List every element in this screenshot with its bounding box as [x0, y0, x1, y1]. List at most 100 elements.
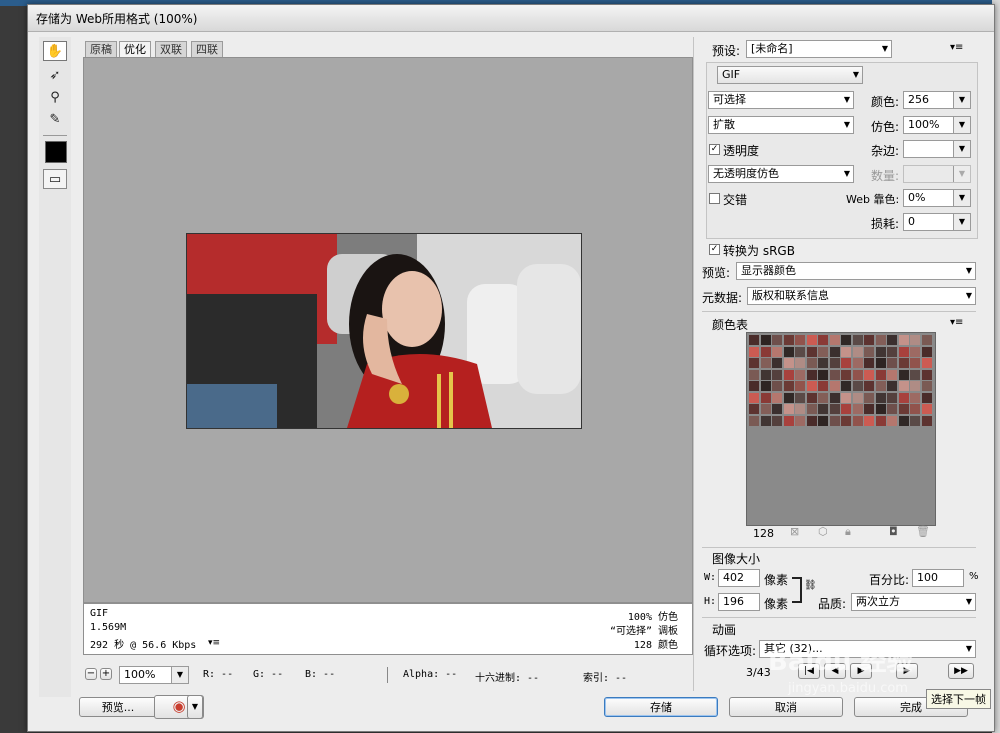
- color-swatch[interactable]: [910, 404, 920, 414]
- color-swatch[interactable]: [818, 381, 828, 391]
- color-swatch[interactable]: [760, 369, 771, 380]
- tab-optimized[interactable]: 优化: [119, 41, 151, 58]
- color-swatch[interactable]: [772, 369, 782, 380]
- color-swatch[interactable]: [829, 381, 840, 391]
- lossy-input[interactable]: 0 ▼: [903, 213, 971, 231]
- color-swatch[interactable]: [875, 381, 886, 391]
- color-swatch[interactable]: [749, 404, 759, 414]
- color-swatch[interactable]: [841, 404, 851, 414]
- color-swatch[interactable]: [875, 392, 886, 403]
- color-swatch[interactable]: [829, 358, 840, 368]
- color-table-grid[interactable]: [746, 332, 936, 526]
- color-swatch[interactable]: [875, 358, 886, 368]
- color-swatch[interactable]: [898, 415, 909, 426]
- color-swatch[interactable]: [887, 369, 897, 380]
- color-swatch[interactable]: [887, 346, 897, 357]
- width-input[interactable]: 402: [718, 569, 760, 587]
- tab-2up[interactable]: 双联: [155, 41, 187, 58]
- browser-menu-button[interactable]: ▼: [187, 695, 203, 719]
- color-swatch[interactable]: [875, 346, 886, 357]
- color-swatch[interactable]: [864, 358, 874, 368]
- color-swatch[interactable]: [806, 415, 817, 426]
- color-swatch[interactable]: [887, 404, 897, 414]
- color-swatch[interactable]: [921, 335, 932, 345]
- color-swatch[interactable]: [783, 335, 794, 345]
- color-swatch[interactable]: [852, 346, 863, 357]
- color-swatch[interactable]: [864, 369, 874, 380]
- color-swatch[interactable]: [898, 369, 909, 380]
- color-swatch[interactable]: [806, 335, 817, 345]
- color-swatch[interactable]: [852, 392, 863, 403]
- hand-tool-icon[interactable]: ✋: [43, 41, 67, 61]
- color-swatch[interactable]: [864, 381, 874, 391]
- color-swatch[interactable]: [841, 415, 851, 426]
- color-swatch[interactable]: [829, 404, 840, 414]
- color-swatch[interactable]: [806, 381, 817, 391]
- color-swatch[interactable]: [783, 392, 794, 403]
- color-swatch[interactable]: [829, 415, 840, 426]
- color-swatch[interactable]: [806, 358, 817, 368]
- color-swatch[interactable]: [760, 415, 771, 426]
- color-swatch[interactable]: [749, 369, 759, 380]
- color-swatch[interactable]: [749, 392, 759, 403]
- color-swatch[interactable]: [749, 335, 759, 345]
- last-frame-button[interactable]: ▶▶: [948, 663, 974, 679]
- color-swatch[interactable]: [864, 346, 874, 357]
- color-swatch[interactable]: [829, 369, 840, 380]
- color-swatch[interactable]: [749, 358, 759, 368]
- color-swatch[interactable]: [760, 392, 771, 403]
- color-swatch[interactable]: [841, 369, 851, 380]
- matte-select[interactable]: ▼: [903, 140, 971, 158]
- convert-srgb-checkbox[interactable]: ✓: [709, 244, 720, 255]
- color-swatch[interactable]: [829, 392, 840, 403]
- color-swatch[interactable]: [852, 335, 863, 345]
- color-swatch[interactable]: [806, 392, 817, 403]
- color-swatch[interactable]: [818, 415, 828, 426]
- color-swatch[interactable]: [818, 404, 828, 414]
- color-swatch[interactable]: [772, 415, 782, 426]
- color-swatch[interactable]: [875, 335, 886, 345]
- color-swatch[interactable]: [806, 404, 817, 414]
- color-swatch[interactable]: [852, 369, 863, 380]
- color-swatch[interactable]: [887, 415, 897, 426]
- preview-button[interactable]: 预览...: [79, 697, 157, 717]
- preset-menu-icon[interactable]: ▾≡: [950, 42, 963, 53]
- slice-select-tool-icon[interactable]: ➶: [43, 65, 67, 85]
- color-swatch[interactable]: [760, 381, 771, 391]
- delete-color-icon[interactable]: 🗑︎: [916, 525, 930, 538]
- preview-mode-select[interactable]: 显示器颜色 ▼: [736, 262, 976, 280]
- toggle-slices-icon[interactable]: ▭: [43, 169, 67, 189]
- height-input[interactable]: 196: [718, 593, 760, 611]
- color-swatch[interactable]: [760, 335, 771, 345]
- color-swatch[interactable]: [783, 415, 794, 426]
- color-swatch[interactable]: [760, 358, 771, 368]
- color-swatch[interactable]: [783, 381, 794, 391]
- color-swatch[interactable]: [864, 335, 874, 345]
- zoom-select[interactable]: 100% ▼: [119, 666, 189, 684]
- color-swatch[interactable]: [898, 346, 909, 357]
- color-swatch[interactable]: [875, 404, 886, 414]
- color-swatch[interactable]: [887, 335, 897, 345]
- color-swatch[interactable]: [818, 392, 828, 403]
- color-swatch[interactable]: [841, 358, 851, 368]
- web-snap-input[interactable]: 0% ▼: [903, 189, 971, 207]
- color-swatch[interactable]: [760, 404, 771, 414]
- color-swatch[interactable]: [875, 369, 886, 380]
- color-swatch[interactable]: [910, 369, 920, 380]
- zoom-out-button[interactable]: −: [85, 668, 97, 680]
- color-swatch[interactable]: [795, 381, 805, 391]
- web-shift-icon[interactable]: ⬡: [818, 525, 828, 538]
- color-swatch[interactable]: [841, 392, 851, 403]
- color-swatch[interactable]: [910, 335, 920, 345]
- color-swatch[interactable]: [795, 358, 805, 368]
- color-swatch[interactable]: [841, 335, 851, 345]
- color-swatch[interactable]: [910, 381, 920, 391]
- cancel-button[interactable]: 取消: [729, 697, 843, 717]
- color-swatch[interactable]: [806, 346, 817, 357]
- color-swatch[interactable]: [795, 369, 805, 380]
- color-swatch[interactable]: [852, 404, 863, 414]
- color-swatch[interactable]: [921, 369, 932, 380]
- lock-color-icon[interactable]: 🔒︎: [845, 525, 851, 539]
- color-swatch[interactable]: [772, 381, 782, 391]
- color-swatch[interactable]: [772, 346, 782, 357]
